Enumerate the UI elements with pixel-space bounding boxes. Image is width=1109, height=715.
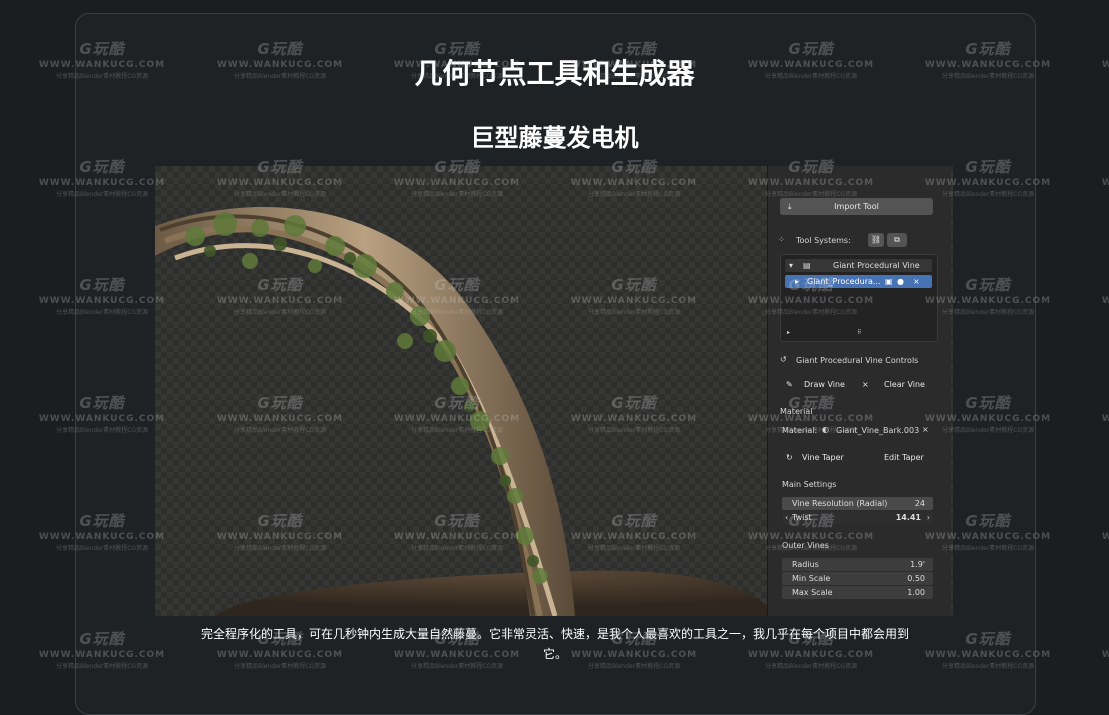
min-scale-field[interactable]: Min Scale 0.50 bbox=[782, 572, 933, 585]
watermark: G玩酷WWW.WANKUCG.COM分享精品Blender素材教程CG资源 bbox=[1101, 178, 1109, 188]
increment-icon[interactable]: › bbox=[927, 511, 930, 524]
vine-resolution-field[interactable]: Vine Resolution (Radial) 24 bbox=[782, 497, 933, 510]
close-icon[interactable]: × bbox=[913, 275, 920, 288]
chevron-down-icon: ▾ bbox=[789, 261, 794, 270]
page-title: 几何节点工具和生成器 bbox=[414, 57, 695, 90]
tool-systems-icon: ⁘ bbox=[778, 235, 785, 244]
twist-field[interactable]: ‹ Twist 14.41 › bbox=[782, 511, 933, 524]
tool-panel: ⤓ Import Tool ⁘ Tool Systems: ⛓ ⧉ ▾ ▤ Gi… bbox=[767, 166, 951, 616]
expand-icon[interactable]: ▸ bbox=[787, 329, 790, 336]
material-sphere-icon: ◐ bbox=[822, 425, 829, 434]
watermark: G玩酷WWW.WANKUCG.COM分享精品Blender素材教程CG资源 bbox=[1101, 532, 1109, 542]
clear-x-icon: × bbox=[862, 380, 869, 389]
watermark: G玩酷WWW.WANKUCG.COM分享精品Blender素材教程CG资源 bbox=[1101, 296, 1109, 306]
monitor-icon[interactable]: ▣ bbox=[885, 275, 893, 288]
pencil-icon: ✎ bbox=[786, 380, 793, 389]
link-icon[interactable]: ⛓ bbox=[868, 233, 884, 247]
caption-text: 完全程序化的工具，可在几秒钟内生成大量自然藤蔓。它非常灵活、快速，是我个人最喜欢… bbox=[200, 627, 909, 661]
main-settings-title: Main Settings bbox=[782, 480, 837, 489]
radius-field[interactable]: Radius 1.9' bbox=[782, 558, 933, 571]
tree-parent-item[interactable]: ▾ ▤ Giant Procedural Vine bbox=[785, 259, 932, 272]
watermark: G玩酷WWW.WANKUCG.COM分享精品Blender素材教程CG资源 bbox=[1101, 650, 1109, 660]
decrement-icon[interactable]: ‹ bbox=[785, 511, 788, 524]
chevron-right-icon: ▸ bbox=[795, 277, 800, 286]
import-tool-button[interactable]: ⤓ Import Tool bbox=[780, 198, 933, 215]
download-icon: ⤓ bbox=[788, 202, 792, 211]
vine-taper-button[interactable]: Vine Taper bbox=[802, 449, 844, 466]
taper-icon: ↻ bbox=[786, 453, 793, 462]
tool-systems-list: ▾ ▤ Giant Procedural Vine ▸ Giant_Proced… bbox=[780, 254, 938, 342]
drag-handle-icon[interactable]: ⠿ bbox=[857, 329, 861, 336]
edit-taper-button[interactable]: Edit Taper bbox=[884, 449, 924, 466]
material-value[interactable]: Giant_Vine_Bark.003 bbox=[836, 426, 919, 435]
page-subtitle: 巨型藤蔓发电机 bbox=[470, 124, 639, 152]
vine-controls-icon: ↺ bbox=[780, 355, 787, 364]
material-clear-icon[interactable]: × bbox=[922, 425, 929, 434]
draw-vine-button[interactable]: Draw Vine bbox=[804, 376, 845, 393]
tool-systems-label: Tool Systems: bbox=[796, 236, 851, 245]
material-section-title: Material bbox=[780, 407, 813, 416]
watermark: G玩酷WWW.WANKUCG.COM分享精品Blender素材教程CG资源 bbox=[1101, 414, 1109, 424]
copy-icon[interactable]: ⧉ bbox=[887, 233, 907, 247]
material-label: Material: bbox=[782, 426, 818, 435]
tree-child-item[interactable]: ▸ Giant_Procedura... ▣ ● × bbox=[785, 275, 932, 288]
max-scale-field[interactable]: Max Scale 1.00 bbox=[782, 586, 933, 599]
clear-vine-button[interactable]: Clear Vine bbox=[884, 376, 925, 393]
controls-title: Giant Procedural Vine Controls bbox=[796, 356, 919, 365]
camera-icon[interactable]: ● bbox=[897, 275, 904, 288]
outer-vines-title: Outer Vines bbox=[782, 541, 829, 550]
folder-icon: ▤ bbox=[803, 261, 811, 270]
